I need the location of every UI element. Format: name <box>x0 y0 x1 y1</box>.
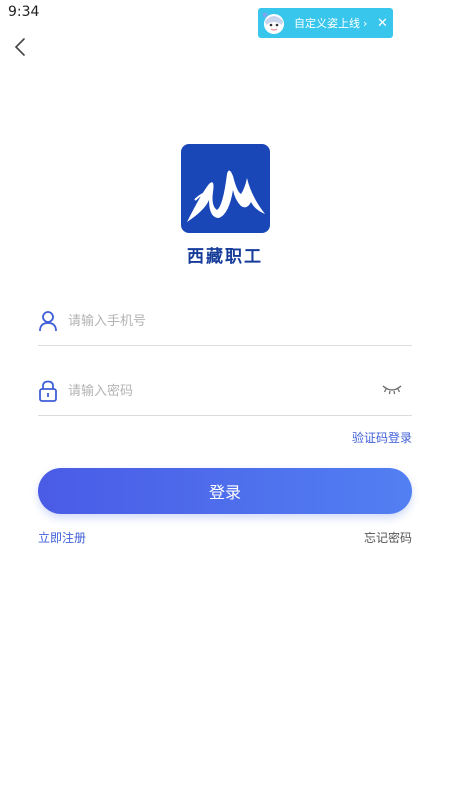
back-button[interactable] <box>10 36 32 58</box>
notification-text: 自定义姿上线 <box>294 17 360 30</box>
forgot-password-link[interactable]: 忘记密码 <box>364 529 412 546</box>
password-input[interactable] <box>68 378 368 404</box>
notification-banner[interactable]: 自定义姿上线 › ✕ <box>258 8 393 38</box>
login-button[interactable]: 登录 <box>38 468 412 514</box>
sms-login-link[interactable]: 验证码登录 <box>352 429 412 446</box>
password-field <box>38 366 412 416</box>
app-logo <box>181 144 270 233</box>
eye-closed-icon[interactable] <box>382 382 402 396</box>
mascot-avatar-icon <box>260 9 288 37</box>
phone-input[interactable] <box>68 308 368 334</box>
chevron-left-icon <box>14 38 25 56</box>
app-name: 西藏职工 <box>187 247 263 267</box>
user-icon <box>39 311 57 332</box>
status-time: 9:34 <box>8 4 40 20</box>
lock-icon <box>39 380 57 402</box>
phone-field <box>38 296 412 346</box>
close-icon[interactable]: ✕ <box>375 16 389 31</box>
chevron-right-icon: › <box>363 16 368 30</box>
register-link[interactable]: 立即注册 <box>38 529 86 546</box>
